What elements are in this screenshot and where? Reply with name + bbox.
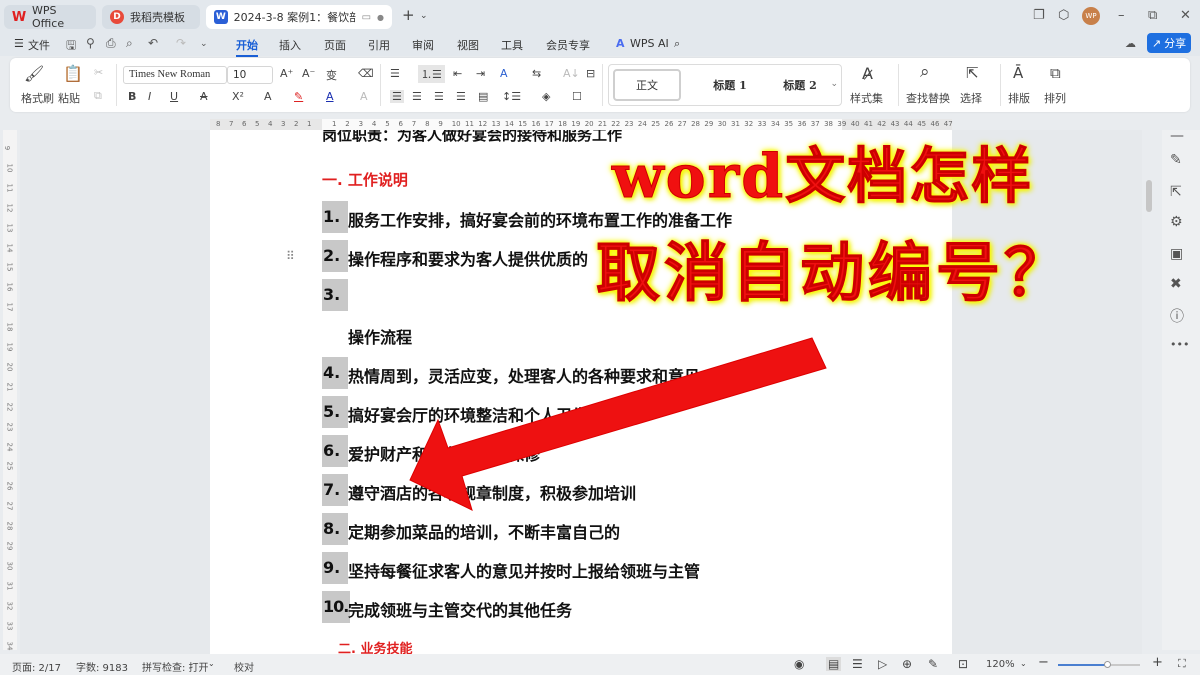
zoom-chevron-icon[interactable]: ⌄ <box>1020 659 1027 668</box>
zoom-level[interactable]: 120% <box>986 659 1015 670</box>
proofread-button[interactable]: 校对 <box>234 659 254 674</box>
edit-pen-icon[interactable]: ✎ <box>1170 152 1182 168</box>
fit-page-icon[interactable]: ⊡ <box>958 657 968 671</box>
zoom-in-button[interactable]: + <box>1152 655 1163 670</box>
adjust-settings-icon[interactable]: ⚙ <box>1170 214 1183 230</box>
image-edit-icon[interactable]: ▣ <box>1170 246 1183 262</box>
more-icon[interactable]: ••• <box>1170 338 1189 351</box>
zoom-slider-fill <box>1058 664 1108 666</box>
vertical-scrollbar[interactable] <box>1146 180 1152 212</box>
overlay-title-line2: 取消自动编号？ <box>596 236 1072 312</box>
tools-icon[interactable]: ✖ <box>1170 276 1182 292</box>
eye-protection-icon[interactable]: ◉ <box>794 657 804 671</box>
zoom-slider[interactable] <box>1058 661 1140 668</box>
red-arrow-overlay <box>409 337 827 511</box>
zoom-out-button[interactable]: − <box>1038 655 1049 670</box>
play-icon[interactable]: ▷ <box>878 657 887 671</box>
help-icon[interactable]: ⓘ <box>1170 306 1184 326</box>
spell-check-toggle[interactable]: 拼写检查: 打开 <box>142 659 209 674</box>
write-mode-icon[interactable]: ✎ <box>928 657 938 671</box>
spell-check-chevron-icon[interactable]: ⌄ <box>208 659 215 668</box>
web-view-icon[interactable]: ⊕ <box>902 657 912 671</box>
fullscreen-icon[interactable]: ⛶ <box>1178 657 1186 671</box>
right-side-panel <box>1162 130 1200 650</box>
select-arrow-icon[interactable]: ⇱ <box>1170 184 1182 200</box>
collapse-icon[interactable]: — <box>1170 128 1184 144</box>
word-count[interactable]: 字数: 9183 <box>76 659 128 674</box>
page-view-icon[interactable]: ▤ <box>826 657 842 671</box>
overlay-title-line1: word文档怎样 <box>611 142 1034 213</box>
outline-view-icon[interactable]: ☰ <box>852 657 863 671</box>
red-arrow <box>409 337 827 511</box>
page-indicator[interactable]: 页面: 2/17 <box>12 659 61 674</box>
status-bar: 页面: 2/17 字数: 9183 拼写检查: 打开 ⌄ 校对 ◉ ▤ ☰ ▷ … <box>0 654 1200 675</box>
